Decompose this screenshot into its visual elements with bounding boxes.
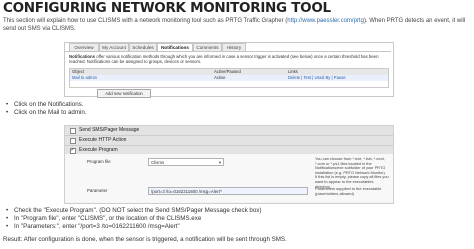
send-sms-checkbox[interactable] <box>70 128 76 134</box>
row-actions-links[interactable]: Delete | Test | Used By | Pause <box>288 75 346 81</box>
section-send-sms[interactable]: Send SMS/Pager Message <box>65 126 393 136</box>
parameter-input[interactable]: /port=3 /to=0162211600 /msg=Alert^ <box>148 187 308 195</box>
intro-paragraph: This section will explain how to use CLI… <box>3 17 471 33</box>
intro-text-before: This section will explain how to use CLI… <box>3 18 288 24</box>
prtg-link[interactable]: http://www.paessler.com/prtg <box>287 18 364 24</box>
parameter-help: Parameters supplied to the executable (p… <box>315 186 382 196</box>
add-notification-button[interactable]: Add new notification <box>97 89 151 98</box>
chevron-down-icon: ▼ <box>218 160 222 165</box>
list-item: Check the "Execute Program". (DO NOT sel… <box>6 207 261 215</box>
tab-notifications[interactable]: Notifications <box>157 43 193 51</box>
program-file-value: Clisms <box>151 160 165 165</box>
section-label: Send SMS/Pager Message <box>79 127 140 133</box>
list-item: Click on the Notifications. <box>6 101 87 109</box>
program-file-select[interactable]: Clisms ▼ <box>148 158 224 166</box>
steps-list-2: Check the "Execute Program". (DO NOT sel… <box>6 207 261 231</box>
http-action-checkbox[interactable] <box>70 138 76 144</box>
steps-list-1: Click on the Notifications. Click on the… <box>6 101 87 117</box>
program-file-label: Program file <box>87 159 111 164</box>
list-item: In "Parameters:", enter "/port=3 /to=016… <box>6 223 261 231</box>
tab-history[interactable]: History <box>222 43 246 51</box>
notification-settings-screenshot: Send SMS/Pager Message Execute HTTP Acti… <box>64 125 394 204</box>
tab-comments[interactable]: Comments <box>193 43 222 51</box>
parameter-label: Parameter <box>87 188 108 193</box>
section-http-action[interactable]: Execute HTTP Action <box>65 136 393 146</box>
tab-overview[interactable]: Overview <box>69 43 99 51</box>
program-file-help: You can choose from *.exe, *.bat, *.cmd,… <box>315 156 389 189</box>
notifications-table: Object Active/Paused Links Mail to admin… <box>69 68 389 88</box>
tab-schedules[interactable]: Schedules <box>129 43 157 51</box>
list-item: Click on the Mail to admin. <box>6 109 87 117</box>
section-label: Execute HTTP Action <box>79 137 127 143</box>
status-active: Active <box>214 75 226 80</box>
tab-my-account[interactable]: My Account <box>99 43 129 51</box>
notifications-text: offer various notification methods throu… <box>69 54 379 65</box>
list-item: In "Program file", enter "CLISMS", or th… <box>6 215 261 223</box>
notifications-description: Notifications offer various notification… <box>69 54 387 64</box>
notifications-screenshot: Overview My Account Schedules Notificati… <box>64 42 394 98</box>
page-title: CONFIGURING NETWORK MONITORING TOOL <box>3 0 331 16</box>
result-text: Result: After configuration is done, whe… <box>3 236 287 243</box>
notifications-panel: Notifications offer various notification… <box>65 51 391 98</box>
mail-to-admin-link[interactable]: Mail to admin <box>72 75 97 81</box>
table-row[interactable]: Mail to admin Active Delete | Test | Use… <box>70 75 388 81</box>
execute-program-form: Program file Clisms ▼ You can choose fro… <box>65 154 393 202</box>
